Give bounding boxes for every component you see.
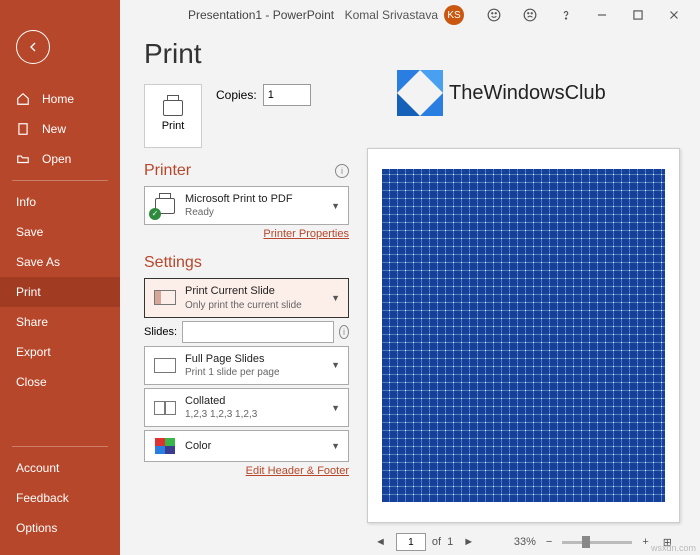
smile-icon[interactable]: [476, 0, 512, 30]
sidebar-item-close[interactable]: Close: [0, 367, 120, 397]
preview-page: [367, 148, 680, 523]
collate-dropdown[interactable]: Collated1,2,3 1,2,3 1,2,3 ▼: [144, 388, 349, 427]
sidebar-item-label: Save As: [16, 255, 60, 269]
sidebar-item-label: Open: [42, 152, 71, 166]
layout-subtitle: Print 1 slide per page: [185, 366, 323, 379]
watermark: wsxdn.com: [651, 543, 696, 553]
print-range-dropdown[interactable]: Print Current SlideOnly print the curren…: [144, 278, 349, 317]
sidebar-item-export[interactable]: Export: [0, 337, 120, 367]
sidebar-item-label: New: [42, 122, 66, 136]
color-title: Color: [185, 439, 323, 453]
frown-icon[interactable]: [512, 0, 548, 30]
document-title: Presentation1 - PowerPoint: [188, 8, 334, 22]
sidebar-item-label: Info: [16, 195, 36, 209]
new-icon: [16, 122, 32, 136]
printer-icon: [163, 100, 183, 116]
chevron-down-icon: ▼: [331, 201, 340, 211]
logo-text: TheWindowsClub: [449, 82, 606, 105]
printer-dropdown[interactable]: ✓ Microsoft Print to PDFReady ▼: [144, 186, 349, 225]
range-subtitle: Only print the current slide: [185, 299, 323, 312]
collate-icon: [153, 398, 177, 418]
collate-title: Collated: [185, 394, 323, 408]
prev-page-button[interactable]: ◄: [371, 534, 390, 550]
sidebar-divider: [12, 446, 108, 447]
sidebar-item-account[interactable]: Account: [0, 453, 120, 483]
copies-label: Copies:: [216, 88, 257, 102]
slides-input[interactable]: [182, 321, 334, 343]
color-icon: [153, 436, 177, 456]
back-button[interactable]: [16, 30, 50, 64]
help-icon[interactable]: [548, 0, 584, 30]
sidebar-item-label: Print: [16, 285, 41, 299]
chevron-down-icon: ▼: [331, 360, 340, 370]
printer-status-icon: ✓: [153, 196, 177, 216]
print-button-label: Print: [162, 120, 185, 132]
sidebar-item-saveas[interactable]: Save As: [0, 247, 120, 277]
print-panel: Print Print Copies: Printer i ✓ Microsof…: [120, 30, 700, 555]
print-button[interactable]: Print: [144, 84, 202, 148]
slides-info-icon[interactable]: i: [339, 325, 349, 339]
sidebar-item-options[interactable]: Options: [0, 513, 120, 543]
sidebar-item-label: Home: [42, 92, 74, 106]
preview-slide: [382, 169, 665, 502]
sidebar-divider: [12, 180, 108, 181]
open-icon: [16, 152, 32, 166]
printer-name: Microsoft Print to PDF: [185, 192, 323, 206]
user-name: Komal Srivastava: [345, 8, 438, 22]
layout-dropdown[interactable]: Full Page SlidesPrint 1 slide per page ▼: [144, 346, 349, 385]
zoom-slider[interactable]: [562, 541, 632, 544]
printer-status: Ready: [185, 206, 323, 219]
user-avatar[interactable]: KS: [444, 5, 464, 25]
sidebar-item-new[interactable]: New: [0, 114, 120, 144]
close-icon[interactable]: [656, 0, 692, 30]
logo-banner: TheWindowsClub: [367, 38, 680, 148]
sidebar-item-label: Close: [16, 375, 47, 389]
slides-label: Slides:: [144, 326, 177, 338]
slide-layout-icon: [153, 355, 177, 375]
sidebar-item-home[interactable]: Home: [0, 84, 120, 114]
home-icon: [16, 92, 32, 106]
windowsclub-logo-icon: [397, 70, 443, 116]
backstage-sidebar: Home New Open Info Save Save As Print Sh…: [0, 0, 120, 555]
settings-heading: Settings: [144, 254, 202, 272]
chevron-down-icon: ▼: [331, 441, 340, 451]
slide-current-icon: [153, 288, 177, 308]
sidebar-item-share[interactable]: Share: [0, 307, 120, 337]
edit-header-footer-link[interactable]: Edit Header & Footer: [144, 465, 349, 477]
sidebar-item-label: Save: [16, 225, 43, 239]
sidebar-item-open[interactable]: Open: [0, 144, 120, 174]
maximize-icon[interactable]: [620, 0, 656, 30]
layout-title: Full Page Slides: [185, 352, 323, 366]
minimize-icon[interactable]: [584, 0, 620, 30]
color-dropdown[interactable]: Color ▼: [144, 430, 349, 462]
preview-footer: ◄ of 1 ► 33% − + ⊞: [367, 529, 680, 555]
sidebar-item-save[interactable]: Save: [0, 217, 120, 247]
sidebar-item-label: Feedback: [16, 491, 69, 505]
copies-input[interactable]: [263, 84, 311, 106]
chevron-down-icon: ▼: [331, 293, 340, 303]
sidebar-item-label: Export: [16, 345, 51, 359]
sidebar-item-label: Options: [16, 521, 57, 535]
of-label: of: [432, 536, 441, 548]
printer-info-icon[interactable]: i: [335, 164, 349, 178]
zoom-label: 33%: [514, 536, 536, 548]
sidebar-item-feedback[interactable]: Feedback: [0, 483, 120, 513]
printer-heading: Printer: [144, 162, 191, 180]
total-pages: 1: [447, 536, 453, 548]
sidebar-item-print[interactable]: Print: [0, 277, 120, 307]
printer-properties-link[interactable]: Printer Properties: [144, 228, 349, 240]
range-title: Print Current Slide: [185, 284, 323, 298]
next-page-button[interactable]: ►: [459, 534, 478, 550]
sidebar-item-label: Share: [16, 315, 48, 329]
sidebar-item-info[interactable]: Info: [0, 187, 120, 217]
zoom-out-button[interactable]: −: [542, 534, 556, 550]
page-number-input[interactable]: [396, 533, 426, 551]
sidebar-item-label: Account: [16, 461, 59, 475]
chevron-down-icon: ▼: [331, 403, 340, 413]
collate-subtitle: 1,2,3 1,2,3 1,2,3: [185, 408, 323, 421]
print-preview: TheWindowsClub ◄ of 1 ► 33% − + ⊞: [367, 38, 680, 555]
page-title: Print: [144, 38, 349, 70]
